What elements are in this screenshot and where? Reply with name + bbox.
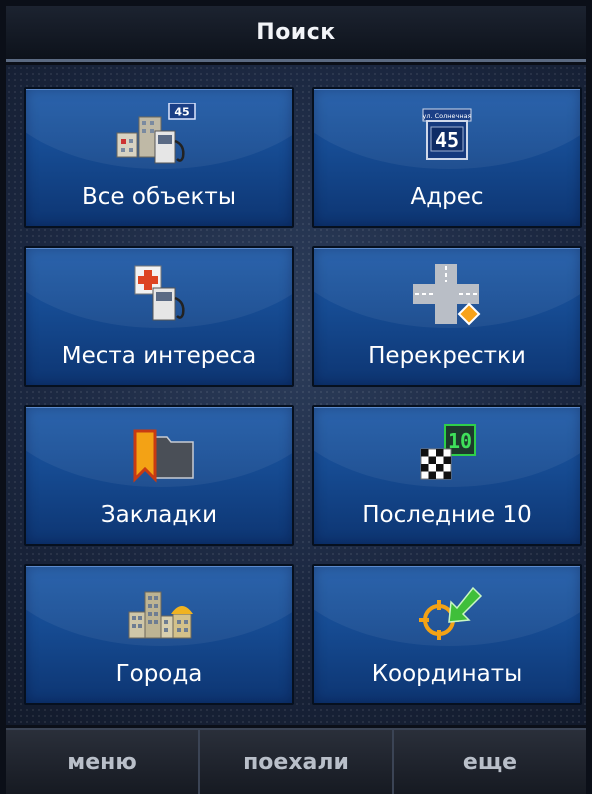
tile-label: Адрес: [410, 184, 484, 210]
menu-softkey[interactable]: меню: [6, 730, 198, 794]
title-bar: Поиск: [6, 6, 586, 62]
street-sign-icon: ул. Солнечная 45: [422, 108, 472, 160]
tile-label: Последние 10: [362, 502, 532, 528]
page-title: Поиск: [256, 20, 336, 45]
tile-label: Места интереса: [61, 343, 257, 369]
svg-text:45: 45: [435, 128, 459, 152]
softkey-bar: меню поехали еще: [6, 728, 586, 794]
bookmarks-button[interactable]: Закладки: [24, 405, 294, 546]
city-icon: [128, 591, 193, 639]
address-button[interactable]: ул. Солнечная 45 Адрес: [312, 87, 582, 228]
intersection-icon: [413, 264, 481, 326]
more-softkey[interactable]: еще: [392, 730, 586, 794]
svg-text:10: 10: [448, 429, 472, 453]
coordinates-target-icon: [419, 586, 483, 640]
recent-10-button[interactable]: 10 Последние 10: [312, 405, 582, 546]
intersections-button[interactable]: Перекрестки: [312, 246, 582, 387]
coordinates-button[interactable]: Координаты: [312, 564, 582, 705]
tile-label: Все объекты: [82, 184, 236, 210]
svg-text:45: 45: [174, 106, 189, 119]
tile-label: Перекрестки: [368, 343, 526, 369]
cities-button[interactable]: Города: [24, 564, 294, 705]
tile-label: Закладки: [100, 502, 218, 528]
svg-text:ул. Солнечная: ул. Солнечная: [422, 112, 471, 120]
go-softkey[interactable]: поехали: [198, 730, 392, 794]
recent-flag-icon: 10: [420, 424, 476, 480]
search-grid: 45 Все объекты ул. Солнечная 45 Адрес Ме…: [6, 65, 586, 725]
all-objects-button[interactable]: 45 Все объекты: [24, 87, 294, 228]
bookmark-folder-icon: [133, 429, 194, 483]
tile-label: Координаты: [371, 661, 523, 687]
tile-label: Города: [115, 661, 203, 687]
points-of-interest-button[interactable]: Места интереса: [24, 246, 294, 387]
hospital-fuel-icon: [134, 265, 185, 321]
poi-fuel-icon: 45: [116, 103, 196, 164]
